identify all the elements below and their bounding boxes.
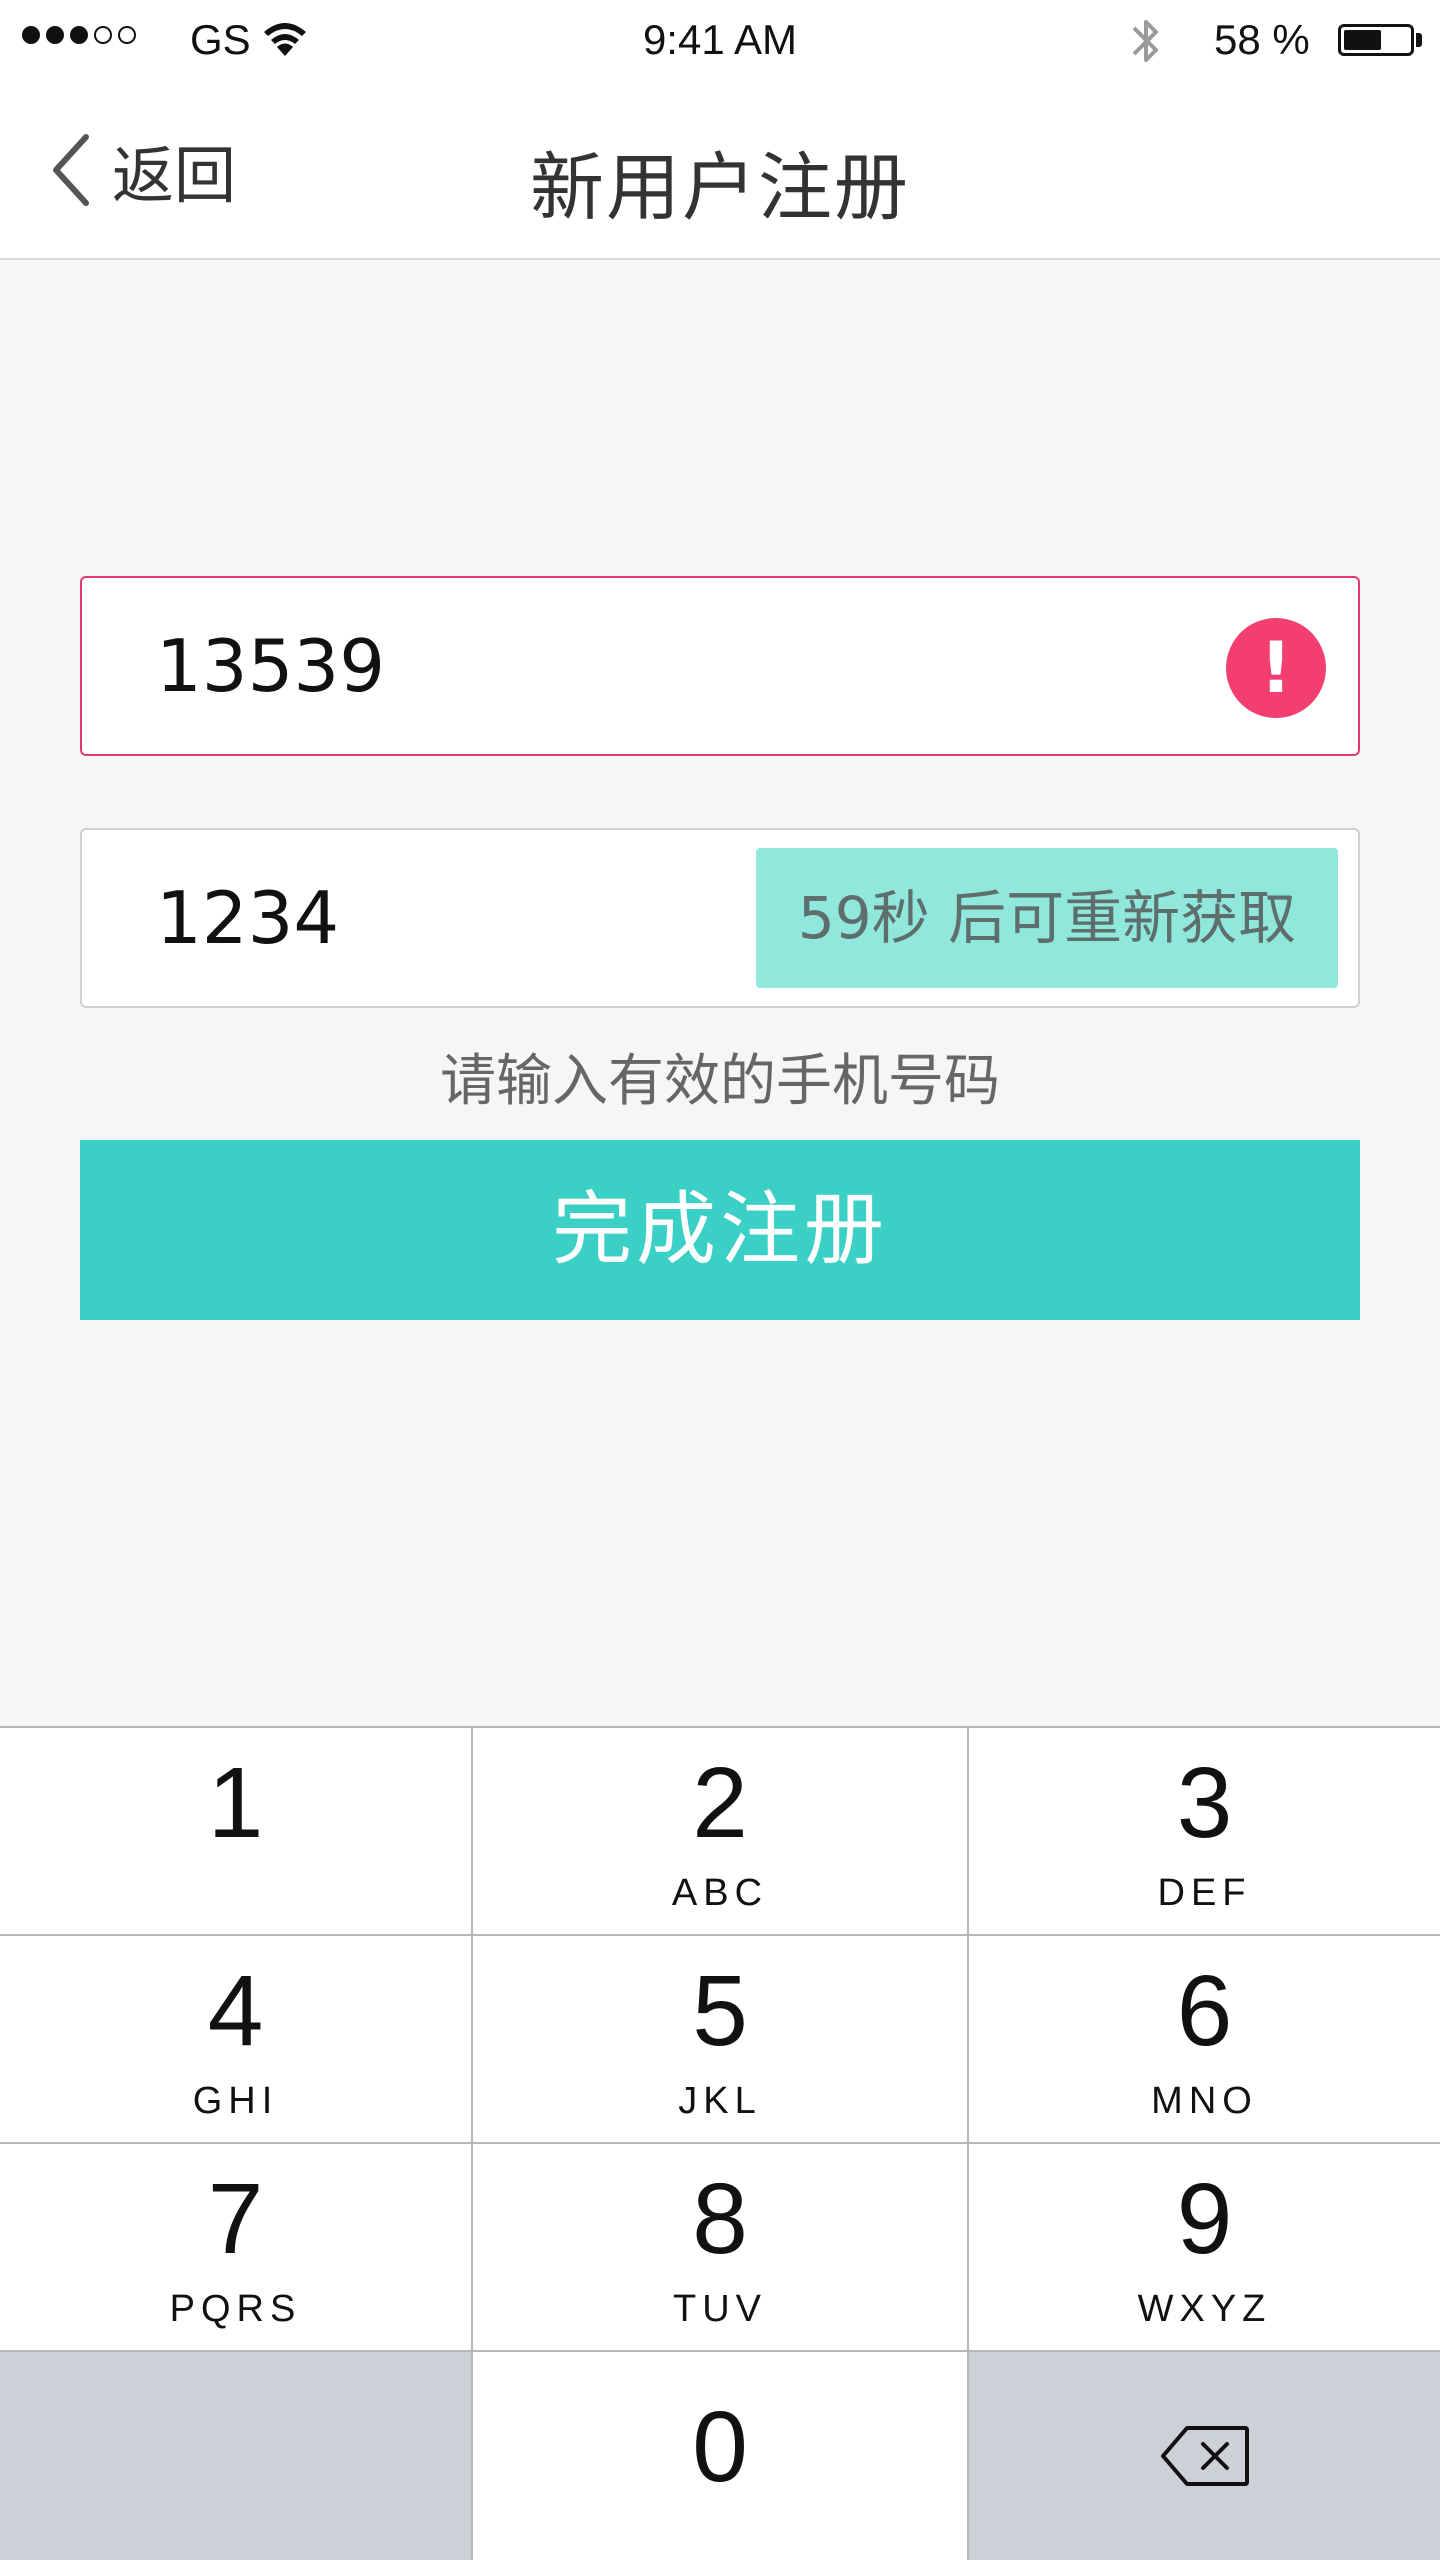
backspace-icon: [1160, 2426, 1249, 2486]
key-digit: 9: [1176, 2163, 1233, 2275]
key-digit: 6: [1176, 1955, 1233, 2067]
numeric-keypad: 1 2 ABC 3 DEF 4 GHI 5 JKL 6 MNO 7 PQRS 8…: [0, 1726, 1440, 2560]
key-letters: MNO: [1151, 2080, 1258, 2122]
exclamation-icon: !: [1226, 618, 1326, 718]
key-8[interactable]: 8 TUV: [473, 2144, 967, 2350]
page-title: 新用户注册: [530, 145, 910, 231]
keypad-divider: [471, 1728, 473, 2560]
key-2[interactable]: 2 ABC: [473, 1728, 967, 1934]
key-6[interactable]: 6 MNO: [969, 1936, 1440, 2142]
key-letters: TUV: [673, 2288, 767, 2330]
key-4[interactable]: 4 GHI: [0, 1936, 471, 2142]
key-letters: PQRS: [169, 2288, 302, 2330]
validation-hint: 请输入有效的手机号码: [440, 1049, 1000, 1114]
key-1[interactable]: 1: [0, 1728, 471, 1934]
key-letters: WXYZ: [1137, 2288, 1272, 2330]
delete-key[interactable]: [969, 2352, 1440, 2560]
key-letters: ABC: [671, 1872, 769, 1914]
verification-code-field[interactable]: 1234 59秒 后可重新获取: [80, 828, 1360, 1008]
key-digit: 3: [1176, 1747, 1233, 1859]
key-digit: 1: [207, 1747, 264, 1859]
key-digit: 8: [692, 2163, 748, 2275]
key-9[interactable]: 9 WXYZ: [969, 2144, 1440, 2350]
battery-icon: [1338, 24, 1414, 56]
complete-registration-button[interactable]: 完成注册: [80, 1140, 1360, 1320]
key-0[interactable]: 0: [473, 2352, 967, 2560]
bluetooth-icon: [1132, 20, 1158, 62]
resend-code-button[interactable]: 59秒 后可重新获取: [756, 848, 1338, 988]
phone-number-input[interactable]: 13539: [156, 578, 1156, 754]
key-3[interactable]: 3 DEF: [969, 1728, 1440, 1934]
key-digit: 5: [692, 1955, 748, 2067]
key-letters: GHI: [192, 2080, 279, 2122]
key-digit: 0: [692, 2391, 748, 2503]
status-bar: GS 9:41 AM 58 %: [0, 0, 1440, 80]
keypad-divider: [967, 1728, 969, 2560]
battery-level-fill: [1344, 30, 1381, 50]
key-digit: 2: [692, 1747, 748, 1859]
keypad-divider: [0, 2142, 1440, 2144]
verification-code-input[interactable]: 1234: [156, 830, 716, 1006]
keypad-divider: [0, 2350, 1440, 2352]
keypad-divider: [0, 1934, 1440, 1936]
phone-number-field[interactable]: 13539 !: [80, 576, 1360, 756]
navigation-bar: 返回 新用户注册: [0, 80, 1440, 260]
key-digit: 4: [207, 1955, 264, 2067]
battery-percentage: 58 %: [1214, 16, 1310, 63]
key-7[interactable]: 7 PQRS: [0, 2144, 471, 2350]
key-5[interactable]: 5 JKL: [473, 1936, 967, 2142]
key-letters: DEF: [1157, 1872, 1252, 1914]
key-blank: [0, 2352, 471, 2560]
key-letters: JKL: [678, 2080, 762, 2122]
battery-cap: [1416, 33, 1422, 47]
key-digit: 7: [207, 2163, 264, 2275]
